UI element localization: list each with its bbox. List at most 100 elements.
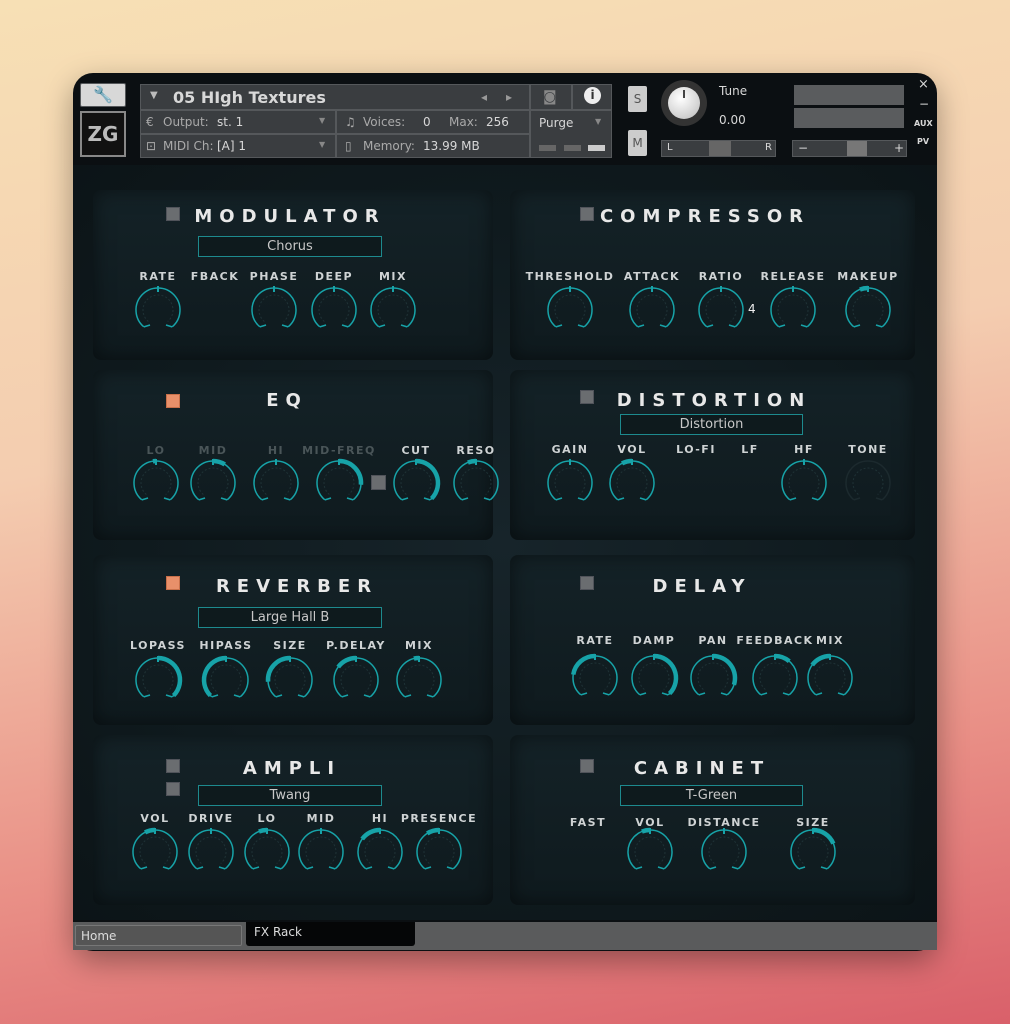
eq-knob-reso[interactable] [448,455,504,511]
volume-slider[interactable]: − + [792,140,907,157]
knob-value-arc [653,653,679,696]
distortion-knob-gain[interactable] [542,455,598,511]
ampli-knob-vol[interactable] [127,824,183,880]
compressor-knob-ratio[interactable] [693,282,749,338]
purge-menu[interactable]: Purge ▼ [530,110,612,158]
snapshot-button[interactable]: ◙ [530,84,572,110]
delay-knob-feedback[interactable] [747,650,803,706]
knob-inner-ring [634,836,666,864]
cabinet-knob-vol[interactable] [622,824,678,880]
distortion-enable-toggle[interactable] [580,390,594,404]
modulator-enable-toggle[interactable] [166,207,180,221]
reverber-title: REVERBER [215,576,379,597]
knob-ring [370,287,416,328]
knob-inner-ring [305,836,337,864]
tune-knob[interactable] [661,80,707,126]
knob-end-tick [324,497,332,501]
minimize-button[interactable]: − [919,97,929,111]
cabinet-enable-toggle[interactable] [580,759,594,773]
knob-inner-ring [708,836,740,864]
eq-midfreq-toggle[interactable] [371,475,386,490]
ampli-knob-hi[interactable] [352,824,408,880]
info-button[interactable]: i [572,84,612,110]
max-value[interactable]: 256 [486,115,509,129]
eq-knob-mid[interactable] [185,455,241,511]
cabinet-knob-size[interactable] [785,824,841,880]
reverber-enable-toggle[interactable] [166,576,180,590]
knob-end-tick [731,866,739,870]
reverber-knob-mix[interactable] [391,652,447,708]
cabinet-knob-distance[interactable] [696,824,752,880]
knob-inner-ring [852,294,884,322]
tab-fx-rack[interactable]: FX Rack [246,922,415,946]
modulator-knob-rate[interactable] [130,282,186,338]
eq-enable-toggle[interactable] [166,394,180,408]
aux-button[interactable]: AUX [914,119,933,128]
close-button[interactable]: × [918,77,929,92]
modulator-knob-phase[interactable] [246,282,302,338]
instrument-name-bar[interactable]: ▼ 05 HIgh Textures ◂ ▸ [140,84,530,110]
cabinet-type-selector[interactable]: T-Green [620,785,803,806]
reverber-knob-lopass[interactable] [130,652,186,708]
distortion-knob-hf[interactable] [776,455,832,511]
ampli-enable-toggle[interactable] [166,759,180,773]
compressor-knob-release[interactable] [765,282,821,338]
knob-inner-ring [638,662,670,690]
distortion-knob-vol[interactable] [604,455,660,511]
distortion-type-selector[interactable]: Distortion [620,414,803,435]
eq-knob-cut[interactable] [388,455,444,511]
volume-handle[interactable] [847,141,867,156]
knob-end-tick [446,866,454,870]
knob-end-tick [143,694,151,698]
wrench-button[interactable]: 🔧 [80,83,126,107]
memory-label: Memory: [363,139,415,153]
ampli-type-selector[interactable]: Twang [198,785,382,806]
eq-knob-hi[interactable] [248,455,304,511]
ampli-knob-drive[interactable] [183,824,239,880]
pan-handle[interactable] [709,141,731,156]
modulator-knob-mix[interactable] [365,282,421,338]
reverber-type-selector[interactable]: Large Hall B [198,607,382,628]
pv-button[interactable]: PV [917,137,929,146]
delay-knob-damp[interactable] [626,650,682,706]
knob-end-tick [577,497,585,501]
compressor-enable-toggle[interactable] [580,207,594,221]
output-selector[interactable]: € Output: st. 1 ▼ [140,110,336,134]
reverber-knob-hipass[interactable] [198,652,254,708]
knob-end-tick [341,324,349,328]
tab-home[interactable]: Home [75,925,242,946]
ampli-secondary-toggle[interactable] [166,782,180,796]
knob-end-tick [577,324,585,328]
reverber-knob-p.delay[interactable] [328,652,384,708]
knob-inner-ring [140,467,172,495]
distortion-knob-tone[interactable] [840,455,896,511]
ampli-knob-mid[interactable] [293,824,349,880]
delay-knob-pan[interactable] [685,650,741,706]
delay-knob-rate[interactable] [567,650,623,706]
dropdown-icon[interactable]: ▼ [150,90,158,101]
modulator-knob-deep[interactable] [306,282,362,338]
compressor-knob-threshold[interactable] [542,282,598,338]
eq-knob-lo[interactable] [128,455,184,511]
ampli-knob-lo[interactable] [239,824,295,880]
ampli-knob-presence[interactable] [411,824,467,880]
modulator-type-selector[interactable]: Chorus [198,236,382,257]
knob-end-tick [163,497,171,501]
midi-channel-selector[interactable]: ⊡ MIDI Ch: [A] 1 ▼ [140,134,336,158]
compressor-knob-attack[interactable] [624,282,680,338]
pan-slider[interactable]: L R [661,140,776,157]
compressor-knob-makeup[interactable] [840,282,896,338]
solo-button[interactable]: S [628,86,647,112]
prev-icon[interactable]: ◂ [481,90,487,104]
knob-end-tick [218,866,226,870]
knob-ring [311,287,357,328]
mute-button[interactable]: M [628,130,647,156]
eq-knob-mid-freq[interactable] [311,455,367,511]
reverber-knob-size[interactable] [262,652,318,708]
instrument-name[interactable]: 05 HIgh Textures [173,88,326,107]
delay-enable-toggle[interactable] [580,576,594,590]
knob-value-arc [641,827,651,834]
next-icon[interactable]: ▸ [506,90,512,104]
knob-end-tick [789,497,797,501]
delay-knob-mix[interactable] [802,650,858,706]
